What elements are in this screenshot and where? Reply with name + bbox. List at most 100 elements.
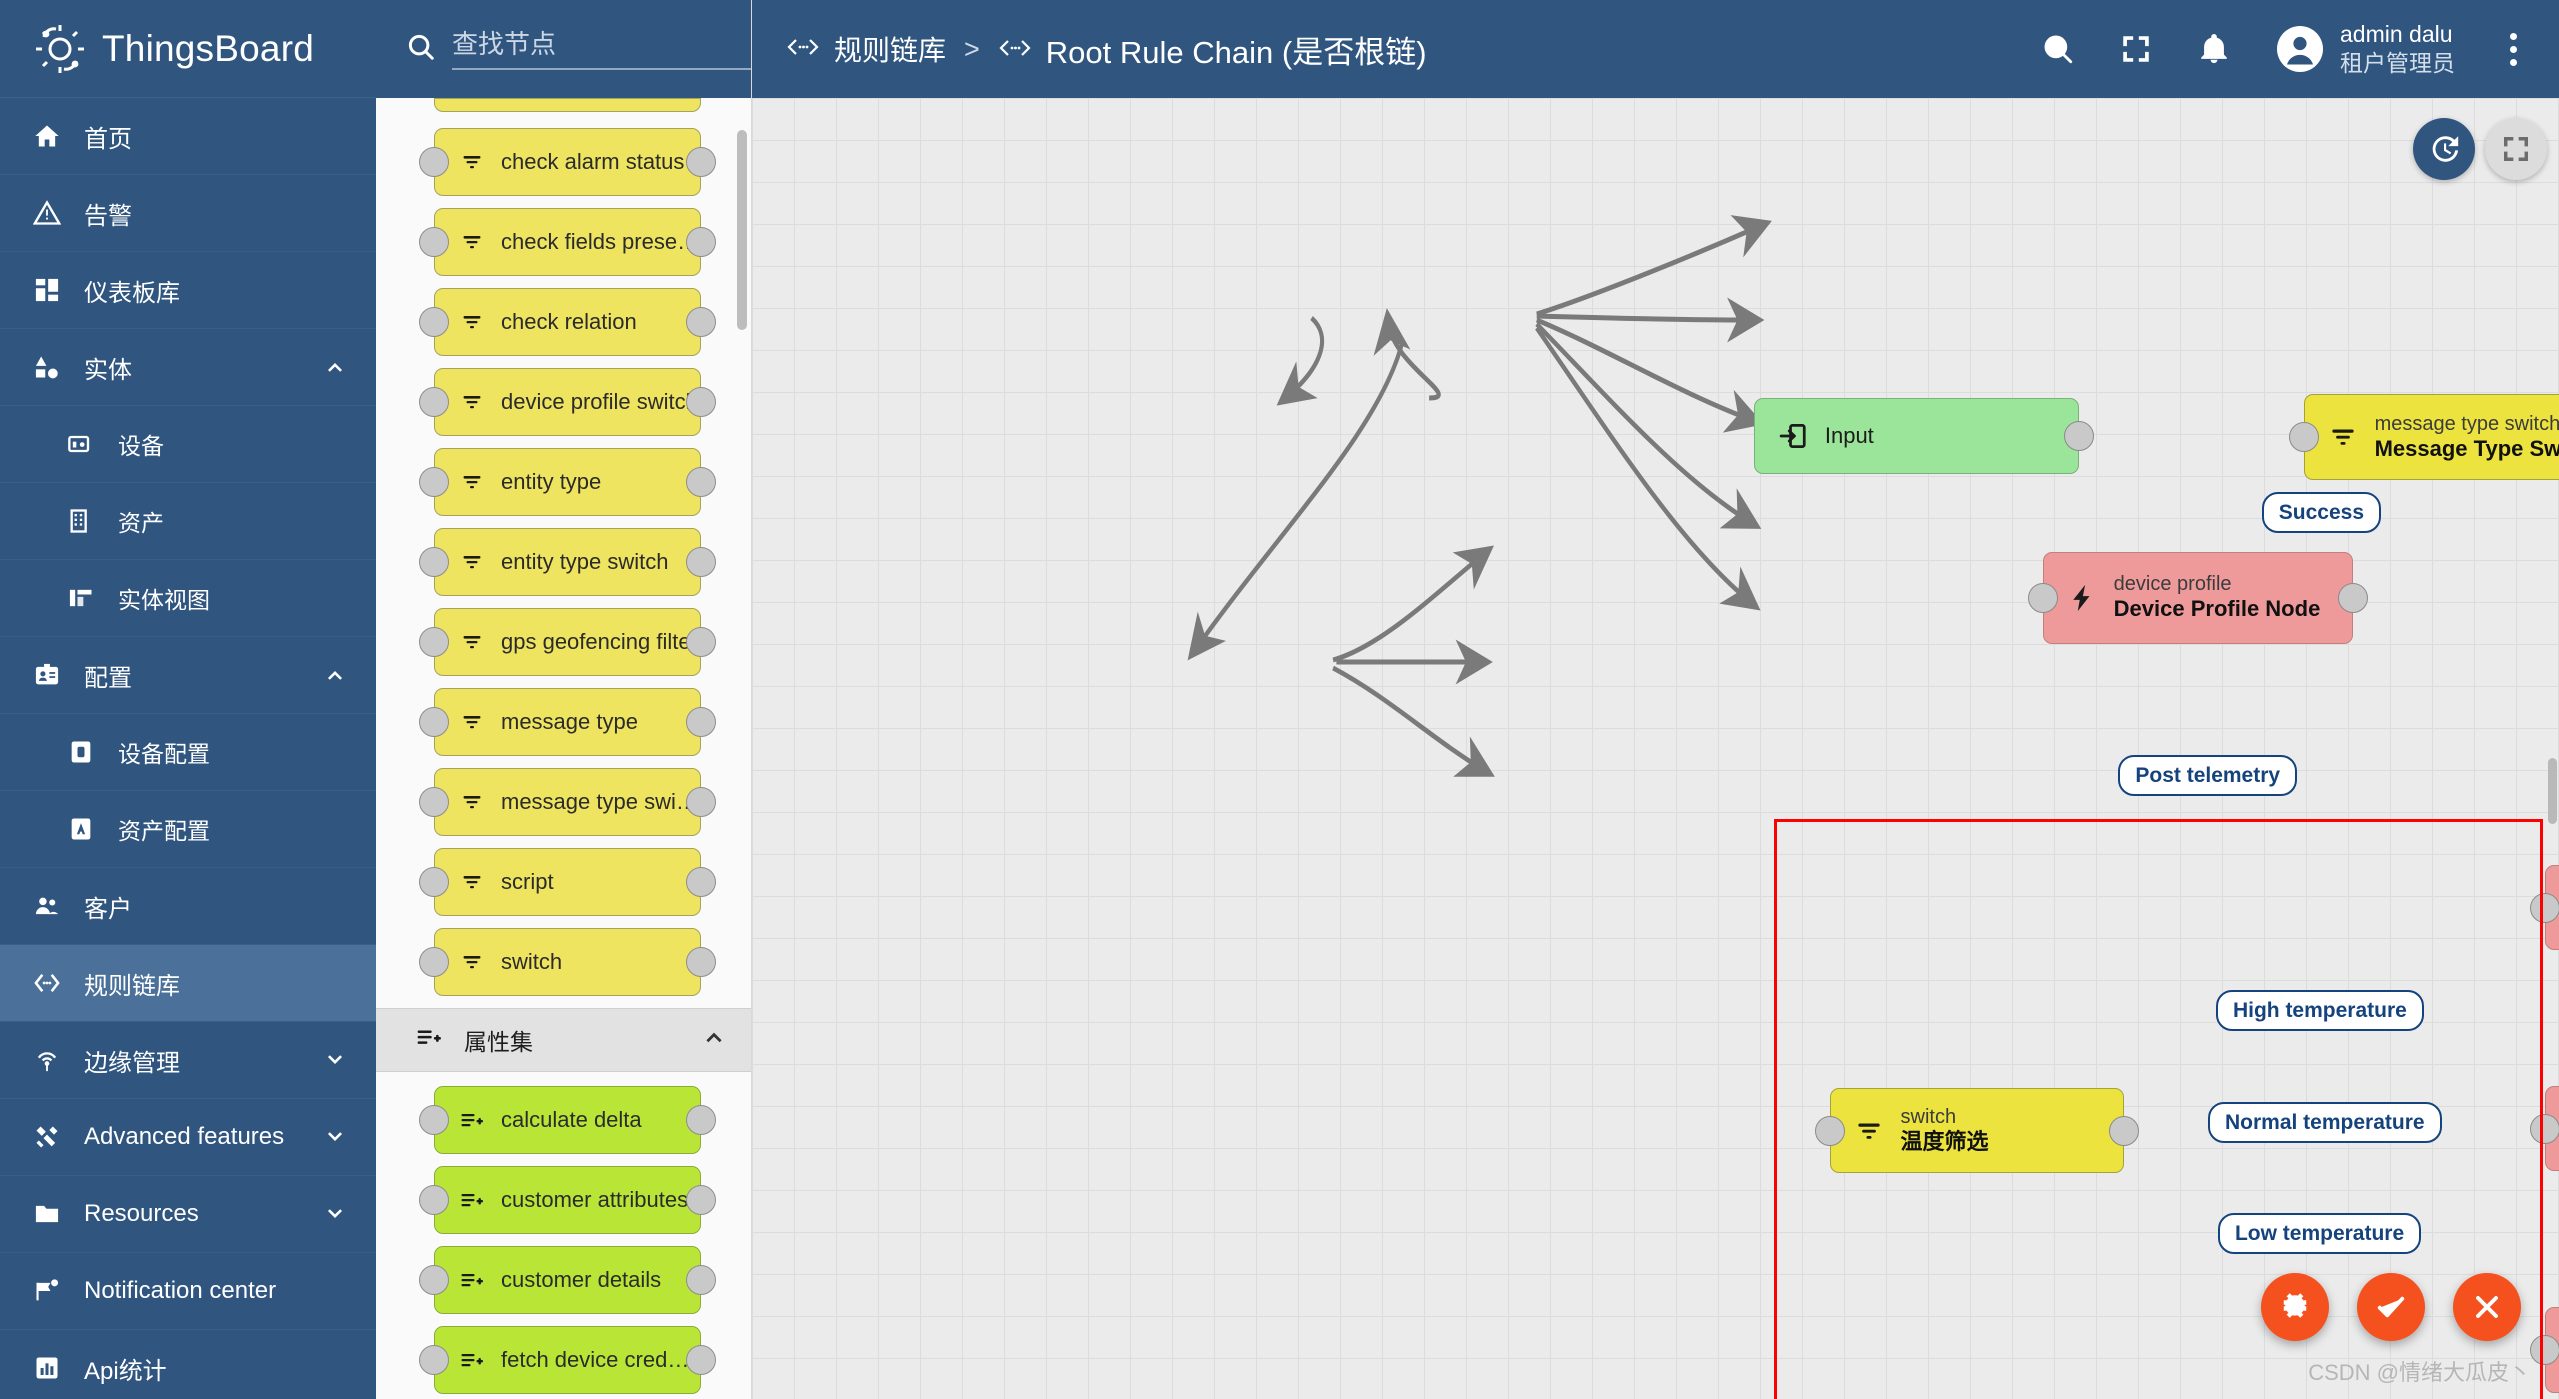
node-port-right[interactable] <box>686 707 716 737</box>
brand-header[interactable]: ThingsBoard <box>0 0 376 98</box>
bell-icon[interactable] <box>2190 25 2238 73</box>
node-port-right[interactable] <box>686 867 716 897</box>
library-scrollbar[interactable] <box>737 130 747 330</box>
sidebar-item-api-usage[interactable]: Api统计 <box>0 1330 376 1399</box>
canvas-fullscreen-button[interactable] <box>2485 118 2547 180</box>
node-port-left[interactable] <box>2288 422 2319 453</box>
more-vertical-icon[interactable] <box>2495 25 2531 73</box>
edge-label[interactable]: Post telemetry <box>2118 755 2298 797</box>
breadcrumb-item-rule-chains[interactable]: 规则链库 <box>786 29 946 69</box>
sidebar-item-entities[interactable]: 实体 <box>0 329 376 406</box>
node-port-right[interactable] <box>686 1265 716 1295</box>
rule-node-message-type-switch[interactable]: message type switchMessage Type Switch <box>2288 394 2559 481</box>
node-port-left[interactable] <box>419 1345 449 1375</box>
sidebar-item-profiles[interactable]: 配置 <box>0 637 376 714</box>
node-port-right[interactable] <box>686 627 716 657</box>
node-port-right[interactable] <box>686 1345 716 1375</box>
sidebar-item-resources[interactable]: Resources <box>0 1176 376 1253</box>
rule-node-log-normal[interactable]: log常温日志记录 <box>2529 1085 2559 1172</box>
node-port-left[interactable] <box>2027 582 2058 613</box>
node-port-left[interactable] <box>419 627 449 657</box>
node-port-right[interactable] <box>686 387 716 417</box>
node-port-right[interactable] <box>686 1105 716 1135</box>
sidebar-item-device-profiles[interactable]: 设备配置 <box>0 714 376 791</box>
library-node[interactable]: message type <box>419 688 716 756</box>
node-library-list[interactable]: check alarm status check fields presence c… <box>376 98 751 1399</box>
node-port-left[interactable] <box>419 467 449 497</box>
sidebar-item-customers[interactable]: 客户 <box>0 868 376 945</box>
sidebar-item-advanced-features[interactable]: Advanced features <box>0 1099 376 1176</box>
node-port-left[interactable] <box>419 547 449 577</box>
sidebar-item-assets[interactable]: 资产 <box>0 483 376 560</box>
node-port-right[interactable] <box>2063 421 2094 452</box>
node-port-right[interactable] <box>686 787 716 817</box>
node-port-right[interactable] <box>686 947 716 977</box>
debug-button[interactable] <box>2261 1273 2329 1341</box>
node-port-left[interactable] <box>419 707 449 737</box>
rule-node-input[interactable]: Input <box>1753 398 2094 475</box>
apply-changes-button[interactable] <box>2357 1273 2425 1341</box>
sidebar-item-entity-views[interactable]: 实体视图 <box>0 560 376 637</box>
library-node[interactable]: device profile switch <box>419 368 716 436</box>
library-node[interactable]: fetch device credenti… <box>419 1326 716 1394</box>
sidebar-item-edge-management[interactable]: 边缘管理 <box>0 1022 376 1099</box>
library-node[interactable]: message type switch <box>419 768 716 836</box>
sidebar-item-asset-profiles[interactable]: 资产配置 <box>0 791 376 868</box>
library-node[interactable]: check alarm status <box>419 128 716 196</box>
version-history-button[interactable] <box>2413 118 2475 180</box>
chevron-down-icon[interactable] <box>320 1202 350 1226</box>
sidebar-item-alarms[interactable]: 告警 <box>0 175 376 252</box>
chevron-up-icon[interactable] <box>320 663 350 687</box>
canvas-vertical-scrollbar[interactable] <box>2548 758 2557 824</box>
node-port-left[interactable] <box>419 1265 449 1295</box>
chevron-up-icon[interactable] <box>320 355 350 379</box>
sidebar-item-rule-chains[interactable]: 规则链库 <box>0 945 376 1022</box>
chevron-down-icon[interactable] <box>320 1125 350 1149</box>
node-search-input[interactable] <box>452 28 751 70</box>
node-port-right[interactable] <box>2338 582 2369 613</box>
library-node[interactable]: check fields presence <box>419 208 716 276</box>
edge-label[interactable]: Success <box>2261 492 2381 534</box>
node-port-left[interactable] <box>419 227 449 257</box>
library-node-partial[interactable] <box>434 98 701 112</box>
rule-node-log-low[interactable]: log低温日志记录 <box>2529 1306 2559 1393</box>
node-port-left[interactable] <box>419 147 449 177</box>
breadcrumb-item-current[interactable]: Root Rule Chain (是否根链) <box>998 27 1427 72</box>
node-port-right[interactable] <box>686 147 716 177</box>
node-port-left[interactable] <box>419 1105 449 1135</box>
node-port-left[interactable] <box>419 307 449 337</box>
library-node[interactable]: gps geofencing filter <box>419 608 716 676</box>
library-node[interactable]: calculate delta <box>419 1086 716 1154</box>
user-menu[interactable]: admin dalu 租户管理员 <box>2276 20 2455 78</box>
library-node[interactable]: check relation <box>419 288 716 356</box>
rule-node-log-high[interactable]: log高温日志记录 <box>2529 864 2559 951</box>
node-port-right[interactable] <box>686 547 716 577</box>
node-port-right[interactable] <box>686 467 716 497</box>
library-node[interactable]: script <box>419 848 716 916</box>
discard-changes-button[interactable] <box>2453 1273 2521 1341</box>
library-node[interactable]: customer attributes <box>419 1166 716 1234</box>
node-port-left[interactable] <box>419 787 449 817</box>
node-port-right[interactable] <box>686 227 716 257</box>
library-section-header[interactable]: 属性集 <box>376 1008 751 1072</box>
search-button[interactable] <box>2034 25 2082 73</box>
fullscreen-icon[interactable] <box>2112 25 2160 73</box>
sidebar-item-notification-center[interactable]: Notification center <box>0 1253 376 1330</box>
node-port-left[interactable] <box>419 387 449 417</box>
node-port-left[interactable] <box>419 1185 449 1215</box>
chevron-down-icon[interactable] <box>320 1048 350 1072</box>
node-port-right[interactable] <box>686 1185 716 1215</box>
rule-node-device-profile[interactable]: device profile Device Profile Node <box>2027 551 2369 644</box>
library-node[interactable]: entity type switch <box>419 528 716 596</box>
node-port-left[interactable] <box>419 947 449 977</box>
sidebar-item-dashboards[interactable]: 仪表板库 <box>0 252 376 329</box>
library-node[interactable]: entity type <box>419 448 716 516</box>
sidebar-item-home[interactable]: 首页 <box>0 98 376 175</box>
node-port-right[interactable] <box>686 307 716 337</box>
library-node[interactable]: switch <box>419 928 716 996</box>
rule-chain-canvas[interactable]: Input device profile Device Profile Node me… <box>752 98 2559 1399</box>
node-port-left[interactable] <box>419 867 449 897</box>
chevron-up-icon[interactable] <box>701 1024 727 1056</box>
sidebar-item-devices[interactable]: 设备 <box>0 406 376 483</box>
library-node[interactable]: customer details <box>419 1246 716 1314</box>
